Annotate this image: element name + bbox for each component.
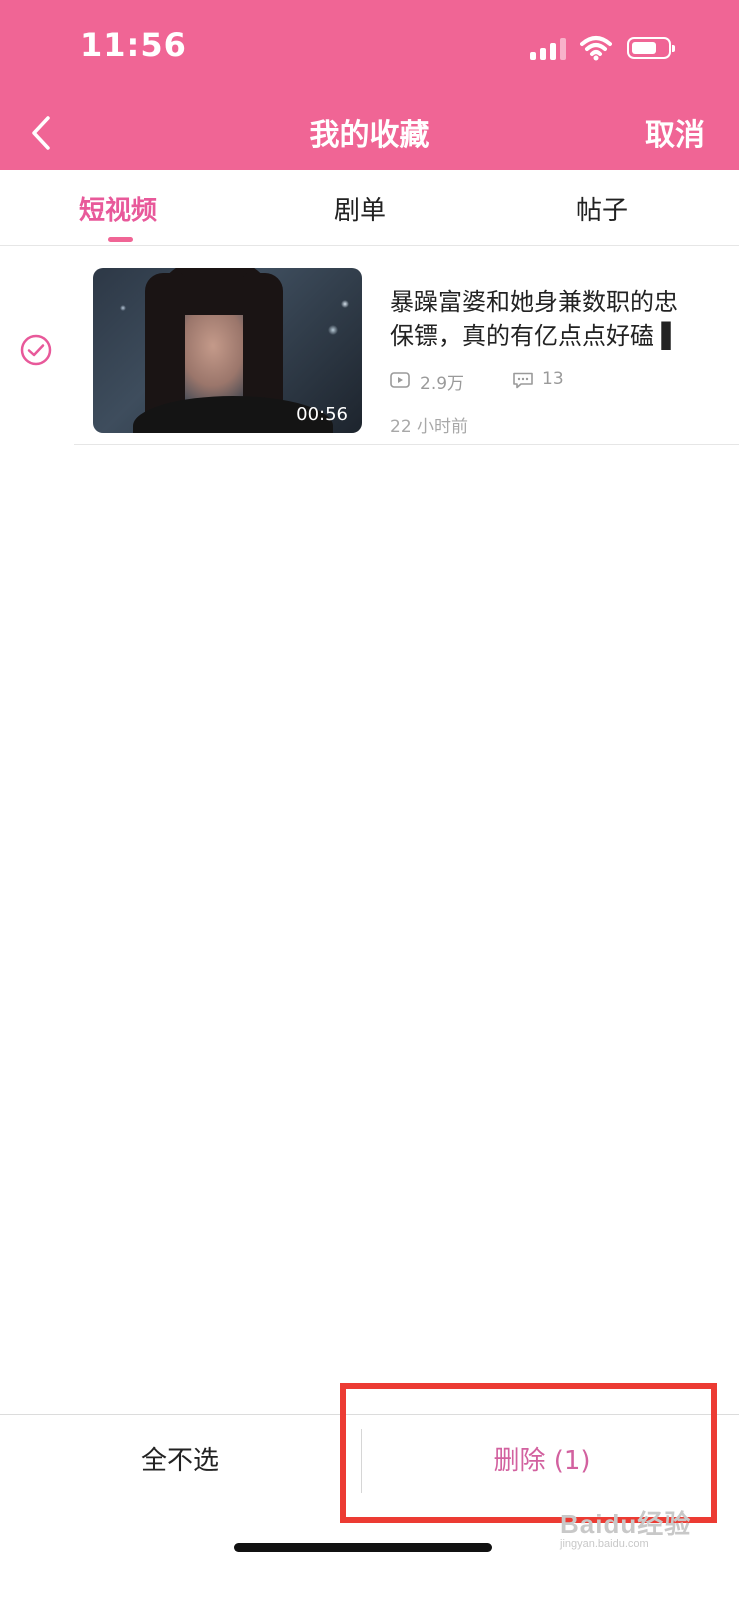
tab-short-video[interactable]: 短视频	[79, 190, 157, 227]
watermark-logo: Baidu经验	[560, 1509, 692, 1539]
active-tab-indicator	[108, 237, 133, 242]
battery-icon	[627, 37, 675, 59]
tab-posts[interactable]: 帖子	[576, 190, 628, 227]
video-thumbnail[interactable]: 00:56	[93, 268, 362, 433]
timestamp: 22 小时前	[390, 417, 469, 437]
video-duration: 00:56	[296, 404, 348, 425]
play-count-icon	[390, 372, 410, 388]
cellular-signal-icon	[530, 38, 570, 60]
watermark-url: jingyan.baidu.com	[560, 1538, 649, 1550]
nav-bar: 我的收藏 取消	[0, 98, 739, 170]
comment-icon	[513, 372, 533, 389]
video-title-line: 暴躁富婆和她身兼数职的忠	[390, 288, 678, 316]
status-time: 11:56	[80, 26, 187, 64]
cancel-button[interactable]: 取消	[645, 110, 705, 154]
tab-bar: 短视频 剧单 帖子	[0, 170, 739, 246]
annotation-highlight-box	[340, 1383, 717, 1523]
status-bar: 11:56	[0, 0, 739, 98]
home-indicator[interactable]	[234, 1543, 492, 1552]
wifi-icon	[580, 36, 612, 61]
video-title-line: 保镖，真的有亿点点好磕 ▌	[390, 322, 681, 350]
unselect-all-button[interactable]: 全不选	[0, 1415, 360, 1511]
tab-playlist[interactable]: 剧单	[334, 190, 386, 227]
view-count: 2.9万	[420, 374, 465, 394]
watermark: Baidu经验 jingyan.baidu.com	[560, 1504, 730, 1564]
divider	[74, 444, 739, 445]
list-item[interactable]: 00:56 暴躁富婆和她身兼数职的忠 保镖，真的有亿点点好磕 ▌ 2.9万 13…	[0, 245, 739, 445]
comment-count: 13	[542, 369, 564, 389]
checked-circle-icon[interactable]	[20, 334, 52, 366]
page-title: 我的收藏	[309, 118, 430, 153]
video-title[interactable]: 暴躁富婆和她身兼数职的忠 保镖，真的有亿点点好磕 ▌	[390, 285, 739, 353]
